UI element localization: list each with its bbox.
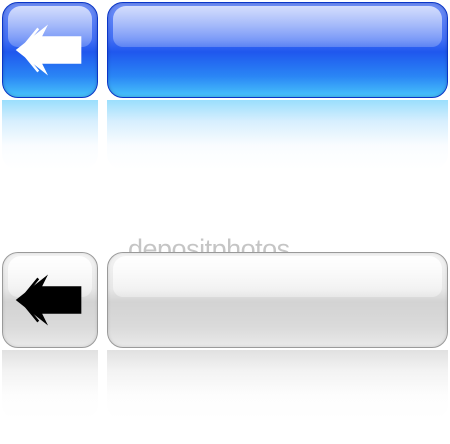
grey-back-button[interactable] (2, 252, 98, 348)
button-gloss (113, 256, 442, 298)
blue-back-button-reflection (2, 100, 98, 170)
button-set-canvas: depositphotos (0, 0, 450, 444)
left-arrow-icon (15, 24, 82, 76)
button-gloss (113, 6, 442, 48)
grey-bar-button-reflection (107, 350, 448, 420)
left-arrow-icon (15, 274, 82, 326)
blue-bar-button-reflection (107, 100, 448, 170)
grey-back-button-reflection (2, 350, 98, 420)
blue-back-button[interactable] (2, 2, 98, 98)
grey-bar-button[interactable] (107, 252, 448, 348)
blue-bar-button[interactable] (107, 2, 448, 98)
